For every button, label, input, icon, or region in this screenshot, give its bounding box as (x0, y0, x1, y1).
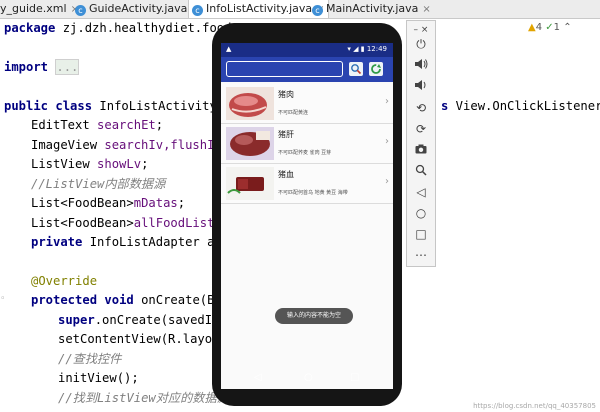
search-toolbar (221, 57, 393, 82)
tab-main-activity[interactable]: c MainActivity.java × (312, 0, 431, 18)
code-comment: //查找控件 (58, 352, 122, 366)
code-line-setcontentview: setContentView(R.layout (58, 332, 227, 346)
toast-message: 输入的内容不能为空 (275, 308, 353, 324)
device-screen[interactable]: ▲ ▾ ◢ ▮ 12:49 猪肉 不可匹配黄连 › 猪肝 不可匹配荞麦 雀肉 豆… (221, 43, 393, 389)
rotate-right-icon[interactable]: ⟳ (407, 122, 435, 136)
tab-label: y_guide.xml (0, 2, 67, 15)
search-input[interactable] (226, 61, 343, 77)
code-line-import: import ... (4, 59, 80, 75)
emulator-toolbar: – × ⏻ ⟲ ⟳ ◁ ○ □ ⋯ (406, 20, 436, 267)
code-line-class-decl: public class InfoListActivity e (4, 99, 232, 113)
chevron-right-icon: › (385, 176, 389, 187)
tab-info-list-activity[interactable]: cInfoListActivity.java× (188, 0, 329, 18)
code-comment: //ListView内部数据源 (31, 177, 166, 191)
list-item[interactable]: 猪肉 不可匹配黄连 › (221, 84, 393, 124)
chevron-right-icon: › (385, 136, 389, 147)
override-gutter-icon[interactable]: ◦ (0, 294, 5, 304)
nav-recent-icon[interactable]: □ (350, 372, 359, 383)
code-annotation: @Override (31, 274, 98, 288)
code-line-class-decl-tail: s View.OnClickListener{ (441, 99, 600, 113)
overview-icon[interactable]: □ (407, 227, 435, 241)
food-name: 猪肉 (278, 90, 294, 99)
code-line-initview: initView(); (58, 371, 139, 385)
emulator-device-frame: ▲ ▾ ◢ ▮ 12:49 猪肉 不可匹配黄连 › 猪肝 不可匹配荞麦 雀肉 豆… (212, 23, 402, 406)
code-line-mdatas: List<FoodBean>mDatas; (31, 196, 186, 210)
volume-down-icon[interactable] (407, 79, 435, 94)
list-item[interactable]: 猪肝 不可匹配荞麦 雀肉 豆芽 › (221, 124, 393, 164)
warning-icon: ▲ (528, 22, 536, 33)
tab-guide-activity[interactable]: cGuideActivity.java× (75, 0, 200, 18)
zoom-icon[interactable] (407, 164, 435, 179)
camera-icon[interactable] (407, 143, 435, 157)
food-note: 不可匹配荞麦 雀肉 豆芽 (278, 150, 332, 156)
close-icon[interactable]: × (421, 25, 429, 35)
home-icon[interactable]: ○ (407, 206, 435, 220)
code-line-super: super.onCreate(savedInst (58, 313, 235, 327)
class-icon: c (192, 5, 203, 16)
food-name: 猪肝 (278, 130, 294, 139)
code-line-imageview: ImageView searchIv,flushIv; (31, 138, 229, 152)
more-icon[interactable]: ⋯ (407, 248, 435, 262)
code-line-edittext: EditText searchEt; (31, 118, 164, 132)
food-name: 猪血 (278, 170, 294, 179)
code-line-listview: ListView showLv; (31, 157, 149, 171)
rotate-left-icon[interactable]: ⟲ (407, 101, 435, 115)
close-icon[interactable]: × (422, 4, 430, 15)
food-list[interactable]: 猪肉 不可匹配黄连 › 猪肝 不可匹配荞麦 雀肉 豆芽 › 猪血 不可匹配何首乌… (221, 84, 393, 204)
chevron-up-icon: ⌃ (563, 22, 572, 33)
tab-label: MainActivity.java (326, 2, 419, 15)
wifi-icon: ▾ (347, 45, 351, 53)
signal-icon: ◢ (353, 45, 359, 53)
tab-guide-xml[interactable]: y_guide.xml× (0, 0, 79, 18)
food-note: 不可匹配黄连 (278, 110, 309, 116)
notification-icon: ▲ (226, 45, 232, 53)
tab-label: InfoListActivity.java (206, 2, 313, 15)
fold-marker[interactable]: ... (55, 59, 80, 75)
code-line-allfoodlist: List<FoodBean>allFoodList; (31, 216, 222, 230)
list-item[interactable]: 猪血 不可匹配何首乌 地黄 黄豆 海带 › (221, 164, 393, 204)
weak-warning-icon: ✓ (545, 22, 554, 33)
food-note: 不可匹配何首乌 地黄 黄豆 海带 (278, 190, 348, 196)
class-icon: c (312, 5, 323, 16)
battery-icon: ▮ (360, 45, 365, 53)
editor-tab-bar: y_guide.xml× cGuideActivity.java× cInfoL… (0, 0, 600, 19)
warning-count: 4 (535, 22, 543, 33)
nav-back-icon[interactable]: ◁ (254, 372, 262, 383)
weak-warning-count: 1 (553, 22, 561, 33)
watermark: https://blog.csdn.net/qq_40357805 (473, 402, 596, 410)
code-line-package: package zj.dzh.healthydiet.food (4, 21, 232, 35)
refresh-icon[interactable] (369, 62, 383, 76)
volume-up-icon[interactable] (407, 58, 435, 73)
food-thumbnail-pork (226, 87, 274, 120)
food-thumbnail-pork-blood (226, 167, 274, 200)
back-icon[interactable]: ◁ (407, 185, 435, 199)
android-nav-bar: ◁ ○ □ (232, 372, 382, 386)
status-bar: ▲ ▾ ◢ ▮ 12:49 (221, 43, 393, 57)
inspection-widget[interactable]: ▲4 ✓1 ⌃ (528, 22, 572, 33)
minimize-icon[interactable]: – (414, 25, 419, 35)
power-icon[interactable]: ⏻ (407, 37, 435, 51)
class-icon: c (75, 5, 86, 16)
tab-label: GuideActivity.java (89, 2, 188, 15)
food-thumbnail-pork-liver (226, 127, 274, 160)
code-line-adapter: private InfoListAdapter adap (31, 235, 237, 249)
search-icon[interactable] (349, 62, 363, 76)
chevron-right-icon: › (385, 96, 389, 107)
nav-home-icon[interactable]: ○ (304, 372, 313, 383)
code-comment: //找到ListView对应的数据源 (58, 391, 229, 405)
code-line-oncreate: protected void onCreate(Bun (31, 293, 230, 307)
status-time: 12:49 (366, 45, 387, 53)
